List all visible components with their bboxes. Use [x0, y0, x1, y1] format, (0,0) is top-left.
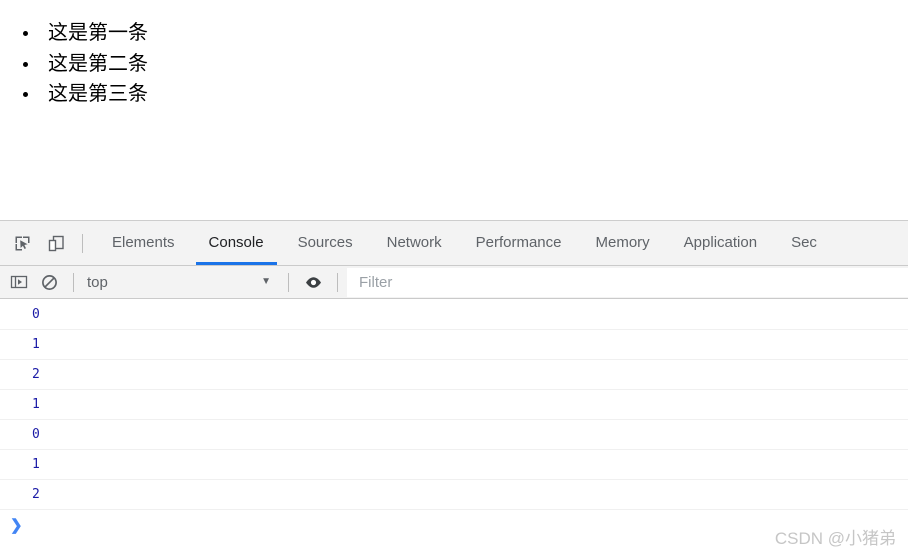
console-row[interactable]: 2: [0, 480, 908, 510]
console-message-list[interactable]: 0 1 2 1 0 1 2 ❯: [0, 300, 908, 557]
console-row[interactable]: 0: [0, 420, 908, 450]
list-item: 这是第二条: [40, 49, 908, 80]
tab-application[interactable]: Application: [667, 221, 774, 265]
execution-context-value: top: [87, 273, 108, 291]
filterbar-divider: [288, 272, 289, 292]
bullet-list: 这是第一条 这是第二条 这是第三条: [0, 0, 908, 110]
console-filter-bar: top ▼: [0, 266, 908, 299]
inspect-element-icon[interactable]: [6, 227, 38, 259]
list-item: 这是第三条: [40, 79, 908, 110]
console-value: 2: [32, 367, 40, 382]
filterbar-divider: [337, 272, 338, 292]
eye-icon[interactable]: [298, 268, 328, 296]
console-row[interactable]: 1: [0, 330, 908, 360]
web-page-content: 这是第一条 这是第二条 这是第三条: [0, 0, 908, 220]
console-prompt-row[interactable]: ❯: [0, 510, 908, 540]
console-sidebar-icon[interactable]: [4, 268, 34, 296]
console-row[interactable]: 0: [0, 300, 908, 330]
devtools-tabbar: Elements Console Sources Network Perform…: [0, 221, 908, 266]
tab-elements[interactable]: Elements: [95, 221, 192, 265]
tab-performance[interactable]: Performance: [459, 221, 579, 265]
console-value: 2: [32, 487, 40, 502]
console-row[interactable]: 2: [0, 360, 908, 390]
toolbar-divider: [82, 233, 83, 253]
devtools-panel: Elements Console Sources Network Perform…: [0, 220, 908, 557]
filterbar-divider: [73, 272, 74, 292]
tab-console[interactable]: Console: [192, 221, 281, 265]
console-row[interactable]: 1: [0, 450, 908, 480]
list-item: 这是第一条: [40, 18, 908, 49]
filter-input[interactable]: [347, 268, 908, 297]
tab-network[interactable]: Network: [370, 221, 459, 265]
console-value: 1: [32, 337, 40, 352]
console-value: 1: [32, 397, 40, 412]
console-value: 0: [32, 307, 40, 322]
tab-memory[interactable]: Memory: [579, 221, 667, 265]
device-toolbar-icon[interactable]: [40, 227, 72, 259]
execution-context-selector[interactable]: top ▼: [83, 268, 279, 296]
console-value: 0: [32, 427, 40, 442]
clear-console-icon[interactable]: [34, 268, 64, 296]
chevron-down-icon: ▼: [261, 276, 271, 287]
console-row[interactable]: 1: [0, 390, 908, 420]
prompt-chevron-icon: ❯: [10, 516, 23, 534]
tab-security[interactable]: Sec: [774, 221, 834, 265]
console-value: 1: [32, 457, 40, 472]
watermark: CSDN @小猪弟: [774, 529, 896, 548]
tab-sources[interactable]: Sources: [281, 221, 370, 265]
